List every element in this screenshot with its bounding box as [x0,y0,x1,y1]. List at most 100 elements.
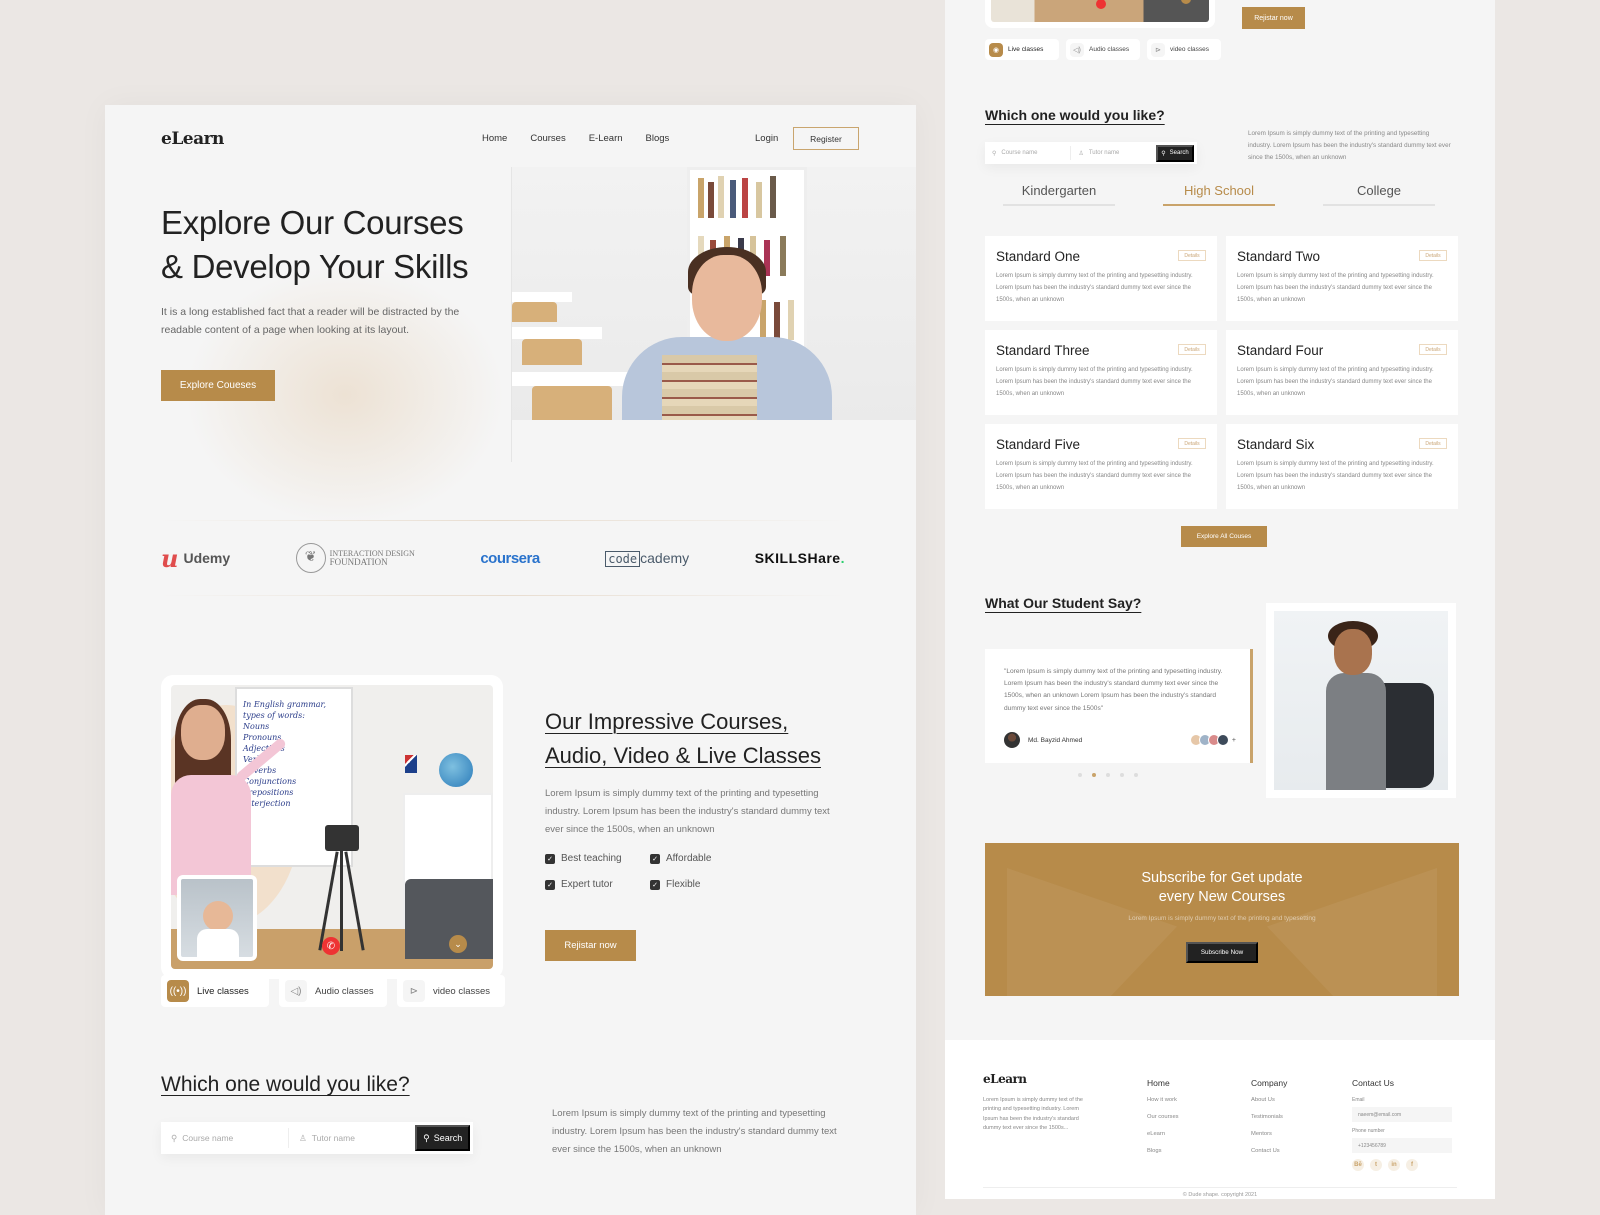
tab-live-classes[interactable]: ◉ Live classes [985,39,1059,60]
details-button[interactable]: Details [1178,344,1206,355]
nav-home[interactable]: Home [482,133,507,144]
tab-label: Live classes [1008,46,1044,53]
play-icon: ⊳ [403,980,425,1002]
footer-link[interactable]: Our courses [1147,1114,1179,1120]
twitter-icon[interactable]: t [1370,1159,1382,1171]
checkbox-checked-icon: ✓ [650,879,660,890]
tab-video-classes[interactable]: ⊳ video classes [1147,39,1221,60]
course-name-input[interactable]: ⚲ Course name [161,1128,288,1148]
standard-card[interactable]: Standard One Lorem Ipsum is simply dummy … [985,236,1217,321]
footer-link[interactable]: Contact Us [1251,1148,1287,1154]
board-line: Adjectives [243,744,285,753]
checkbox-checked-icon: ✓ [545,879,555,890]
feature-label: Expert tutor [561,879,613,890]
phone-field[interactable]: +123456789 [1352,1138,1452,1153]
standard-title: Standard One [996,249,1081,264]
which-section-title: Which one would you like? [161,1073,410,1096]
end-call-icon[interactable]: ✆ [322,937,340,955]
tab-live-classes[interactable]: ((•)) Live classes [161,975,269,1007]
subscribe-now-button[interactable]: Subscribe Now [1186,942,1258,963]
nav-elearn[interactable]: E-Learn [589,133,623,144]
footer-link[interactable]: eLearn [1147,1131,1179,1137]
checkbox-checked-icon: ✓ [650,853,660,864]
globe [439,753,473,787]
tab-audio-classes[interactable]: ◁) Audio classes [1066,39,1140,60]
codecademy-logo: code cademy [605,550,689,567]
standard-card[interactable]: Standard Six Lorem Ipsum is simply dummy … [1226,424,1458,509]
register-button[interactable]: Register [793,127,859,150]
stack-of-books [662,355,757,430]
footer-link[interactable]: Testimonials [1251,1114,1287,1120]
level-tabs: Kindergarten High School College [1003,183,1435,206]
login-link[interactable]: Login [755,133,778,144]
footer-column-home: Home How it work Our courses eLearn Blog… [1147,1078,1179,1165]
carousel-dot[interactable] [1078,773,1082,777]
footer-logo[interactable]: eLearn [983,1072,1027,1086]
standard-card[interactable]: Standard Five Lorem Ipsum is simply dummy… [985,424,1217,509]
course-name-input[interactable]: ⚲ Course name [985,146,1070,160]
email-label: Email [1352,1097,1365,1103]
facebook-icon[interactable]: f [1406,1159,1418,1171]
avatar-group[interactable]: + [1189,734,1236,746]
course-placeholder: Course name [182,1133,234,1143]
teacher-face [181,705,225,760]
codecademy-box: code [605,551,641,567]
search-button[interactable]: ⚲ Search [1155,144,1194,162]
details-button[interactable]: Details [1419,250,1447,261]
tab-video-classes[interactable]: ⊳ video classes [397,975,505,1007]
phone-label: Phone number [1352,1128,1385,1134]
details-button[interactable]: Details [1419,438,1447,449]
play-icon: ⊳ [1151,42,1165,57]
tutor-name-input[interactable]: ♙ Tutor name [1070,146,1156,160]
nav-courses[interactable]: Courses [530,133,565,144]
explore-all-courses-button[interactable]: Explore All Couses [1181,526,1267,547]
chevron-down-icon[interactable] [1181,0,1191,4]
tutor-placeholder: Tutor name [311,1133,355,1143]
end-call-icon[interactable] [1096,0,1106,9]
carousel-dot[interactable] [1120,773,1124,777]
standard-card[interactable]: Standard Three Lorem Ipsum is simply dumm… [985,330,1217,415]
live-icon: ((•)) [167,980,189,1002]
footer-link[interactable]: Blogs [1147,1148,1179,1154]
live-class-image: In English grammar, types of words: Noun… [171,685,493,969]
courses-title-line2: Audio, Video & Live Classes [545,743,821,768]
boy-face [692,255,762,341]
student-video-thumbnail[interactable] [177,875,257,961]
details-button[interactable]: Details [1178,250,1206,261]
testimonials-title: What Our Student Say? [985,595,1142,611]
tab-kindergarten[interactable]: Kindergarten [1003,183,1115,206]
nav-blogs[interactable]: Blogs [646,133,670,144]
skillshare-dot: . [840,550,845,566]
email-field[interactable]: naeem@email.com [1352,1107,1452,1122]
testimonial-card: "Lorem Ipsum is simply dummy text of the… [985,649,1253,763]
tab-college[interactable]: College [1323,183,1435,206]
chevron-down-icon[interactable]: ⌄ [449,935,467,953]
subscribe-subtitle: Lorem Ipsum is simply dummy text of the … [1128,915,1316,922]
explore-courses-button[interactable]: Explore Coueses [161,370,275,401]
tutor-name-input[interactable]: ♙ Tutor name [288,1128,415,1148]
carousel-dot-active[interactable] [1092,773,1096,777]
behance-icon[interactable]: Bē [1352,1159,1364,1171]
footer-link[interactable]: About Us [1251,1097,1287,1103]
details-button[interactable]: Details [1419,344,1447,355]
main-nav: Home Courses E-Learn Blogs [482,133,669,144]
footer-link[interactable]: Mentors [1251,1131,1287,1137]
logo[interactable]: eLearn [161,129,224,149]
details-button[interactable]: Details [1178,438,1206,449]
carousel-dot[interactable] [1106,773,1110,777]
search-icon: ⚲ [1161,150,1166,157]
standard-card[interactable]: Standard Four Lorem Ipsum is simply dummy… [1226,330,1458,415]
register-now-button[interactable]: Rejistar now [1242,7,1305,29]
feature-list: ✓ Best teaching ✓ Affordable ✓ Expert tutor… [545,853,750,890]
carousel-dot[interactable] [1134,773,1138,777]
footer: eLearn Lorem Ipsum is simply dummy text … [945,1040,1495,1199]
linkedin-icon[interactable]: in [1388,1159,1400,1171]
uk-flag [405,755,417,773]
standard-card[interactable]: Standard Two Lorem Ipsum is simply dummy … [1226,236,1458,321]
register-now-button[interactable]: Rejistar now [545,930,636,961]
footer-link[interactable]: How it work [1147,1097,1179,1103]
search-button[interactable]: ⚲ Search [415,1125,470,1151]
tab-audio-classes[interactable]: ◁) Audio classes [279,975,387,1007]
tab-label: Live classes [197,985,249,997]
tab-high-school[interactable]: High School [1163,183,1275,206]
